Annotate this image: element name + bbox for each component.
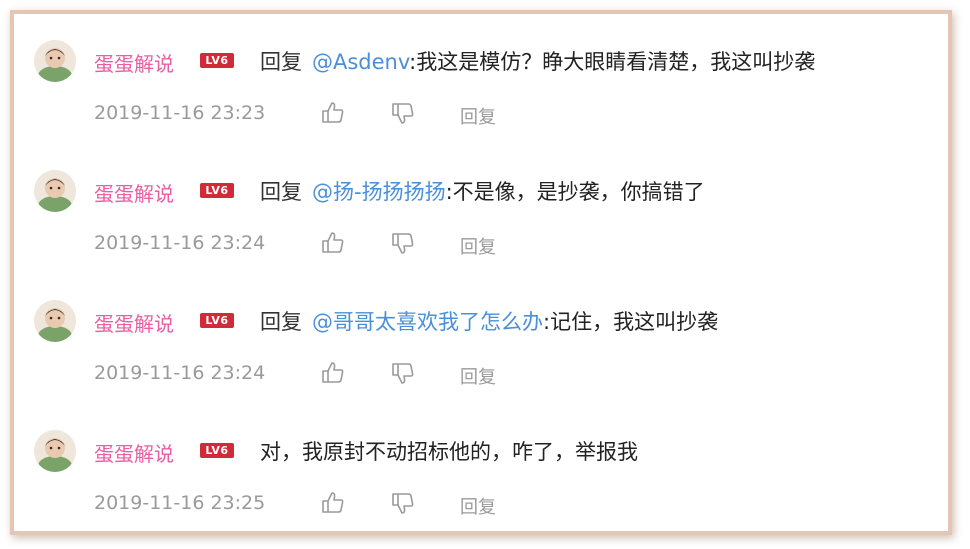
- thumbs-up-icon[interactable]: [320, 230, 346, 256]
- username[interactable]: 蛋蛋解说: [94, 438, 174, 467]
- avatar[interactable]: [34, 300, 76, 342]
- comment-body: :不是像，是抄袭，你搞错了: [445, 180, 705, 204]
- reply-button[interactable]: 回复: [460, 233, 496, 259]
- thumbs-down-icon[interactable]: [390, 490, 416, 516]
- thumbs-up-icon[interactable]: [320, 360, 346, 386]
- thumbs-up-icon[interactable]: [320, 100, 346, 126]
- mention-link[interactable]: @扬-扬扬扬扬: [312, 180, 446, 204]
- comment-body: :记住，我这叫抄袭: [543, 310, 719, 334]
- mention-link[interactable]: @Asdenv: [312, 50, 409, 74]
- avatar[interactable]: [34, 430, 76, 472]
- comment-body: 对，我原封不动招标他的，咋了，举报我: [260, 440, 638, 464]
- comment-meta: 2019-11-16 23:24 回复: [94, 360, 594, 389]
- comment-meta: 2019-11-16 23:25 回复: [94, 490, 594, 519]
- mention-link[interactable]: @哥哥太喜欢我了怎么办: [312, 310, 543, 334]
- comment-item: 蛋蛋解说 LV6 回复 @扬-扬扬扬扬:不是像，是抄袭，你搞错了 2019-11-…: [14, 144, 948, 259]
- level-badge: LV6: [200, 183, 234, 198]
- comment-item: 蛋蛋解说 LV6 回复 @哥哥太喜欢我了怎么办:记住，我这叫抄袭 2019-11-…: [14, 274, 948, 389]
- username[interactable]: 蛋蛋解说: [94, 178, 174, 207]
- timestamp: 2019-11-16 23:24: [94, 362, 266, 384]
- thumbs-down-icon[interactable]: [390, 360, 416, 386]
- reply-button[interactable]: 回复: [460, 493, 496, 519]
- comment-panel: 蛋蛋解说 LV6 回复 @Asdenv:我这是模仿？睁大眼睛看清楚，我这叫抄袭 2…: [10, 10, 952, 535]
- comment-item: 蛋蛋解说 LV6 回复 @Asdenv:我这是模仿？睁大眼睛看清楚，我这叫抄袭 2…: [14, 14, 948, 129]
- avatar[interactable]: [34, 170, 76, 212]
- reply-prefix: 回复: [260, 50, 302, 74]
- thumbs-up-icon[interactable]: [320, 490, 346, 516]
- timestamp: 2019-11-16 23:23: [94, 102, 266, 124]
- comment-item: 蛋蛋解说 LV6 对，我原封不动招标他的，咋了，举报我 2019-11-16 2…: [14, 404, 948, 519]
- reply-prefix: 回复: [260, 310, 302, 334]
- comment-body: :我这是模仿？睁大眼睛看清楚，我这叫抄袭: [409, 50, 816, 74]
- avatar[interactable]: [34, 40, 76, 82]
- level-badge: LV6: [200, 53, 234, 68]
- reply-prefix: 回复: [260, 180, 302, 204]
- username[interactable]: 蛋蛋解说: [94, 48, 174, 77]
- comment-text: 回复 @Asdenv:我这是模仿？睁大眼睛看清楚，我这叫抄袭: [260, 46, 815, 76]
- reply-button[interactable]: 回复: [460, 363, 496, 389]
- timestamp: 2019-11-16 23:24: [94, 232, 266, 254]
- comment-meta: 2019-11-16 23:23 回复: [94, 100, 594, 129]
- comment-meta: 2019-11-16 23:24 回复: [94, 230, 594, 259]
- comment-text: 回复 @扬-扬扬扬扬:不是像，是抄袭，你搞错了: [260, 176, 705, 206]
- thumbs-down-icon[interactable]: [390, 100, 416, 126]
- level-badge: LV6: [200, 443, 234, 458]
- username[interactable]: 蛋蛋解说: [94, 308, 174, 337]
- timestamp: 2019-11-16 23:25: [94, 492, 266, 514]
- reply-button[interactable]: 回复: [460, 103, 496, 129]
- comment-text: 对，我原封不动招标他的，咋了，举报我: [260, 436, 638, 466]
- level-badge: LV6: [200, 313, 234, 328]
- thumbs-down-icon[interactable]: [390, 230, 416, 256]
- comment-text: 回复 @哥哥太喜欢我了怎么办:记住，我这叫抄袭: [260, 306, 718, 336]
